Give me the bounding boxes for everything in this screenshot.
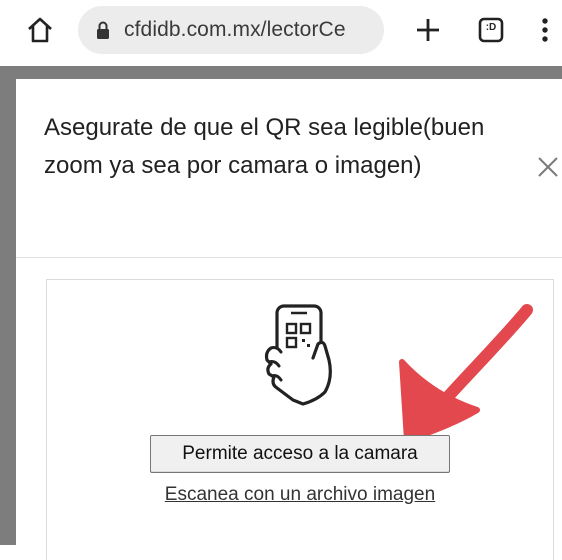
more-vert-icon[interactable]: [540, 16, 550, 44]
qr-scan-region: Permite acceso a la camara Escanea con u…: [46, 279, 554, 560]
qr-scanner-dialog: Asegurate de que el QR sea legible(buen …: [16, 79, 562, 560]
home-icon[interactable]: [26, 16, 54, 44]
close-icon[interactable]: [536, 155, 560, 179]
scan-from-file-link[interactable]: Escanea con un archivo imagen: [47, 484, 553, 506]
lock-icon: [97, 21, 109, 39]
new-tab-icon[interactable]: [414, 16, 442, 44]
tab-count: :D: [485, 22, 497, 33]
url-text: cfdidb.com.mx/lectorCe: [124, 18, 346, 41]
dialog-title: Asegurate de que el QR sea legible(buen …: [44, 114, 485, 179]
phone-qr-icon: [264, 304, 332, 406]
dialog-header: Asegurate de que el QR sea legible(buen …: [16, 79, 562, 258]
annotation-arrow-icon: [399, 304, 533, 443]
camera-access-button[interactable]: Permite acceso a la camara: [150, 435, 450, 473]
browser-toolbar: cfdidb.com.mx/lectorCe :D: [0, 0, 562, 66]
address-bar[interactable]: cfdidb.com.mx/lectorCe: [78, 6, 384, 54]
tab-switcher-button[interactable]: :D: [478, 17, 504, 43]
